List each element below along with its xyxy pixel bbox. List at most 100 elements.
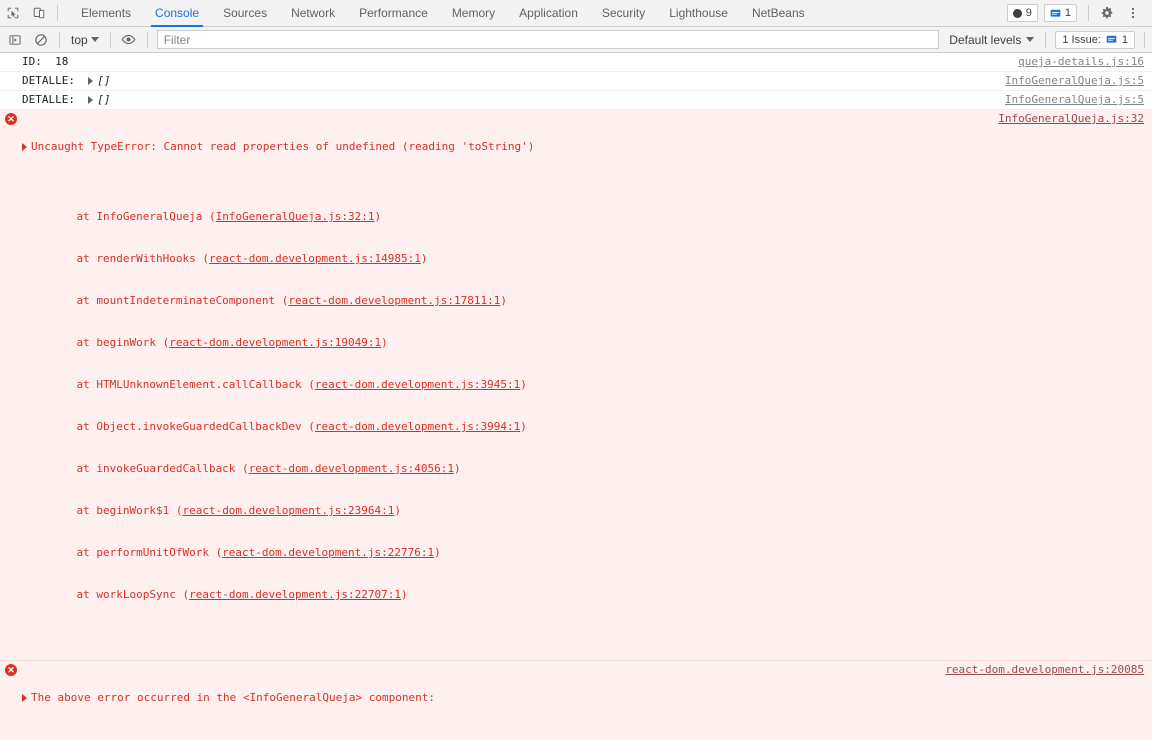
expand-arrow-icon[interactable]	[88, 95, 94, 104]
tab-label: NetBeans	[751, 6, 805, 20]
error-dot-icon	[1012, 8, 1022, 18]
issues-count: 1	[1121, 33, 1128, 46]
frame-function: at beginWork$1 (	[50, 504, 183, 517]
frame-link[interactable]: react-dom.development.js:17811:1	[288, 294, 500, 307]
stack-frame: at mountIndeterminateComponent (react-do…	[50, 294, 988, 308]
log-levels-selector[interactable]: Default levels	[943, 33, 1040, 47]
execution-context-value: top	[71, 32, 88, 47]
toolbar-divider	[146, 31, 148, 48]
frame-link[interactable]: react-dom.development.js:14985:1	[209, 252, 421, 265]
expand-arrow-icon[interactable]	[22, 142, 27, 151]
more-options-icon[interactable]	[1120, 0, 1146, 26]
stack-frame: at HTMLUnknownElement.callCallback (reac…	[50, 378, 988, 392]
inspect-element-icon[interactable]	[0, 0, 26, 26]
tab-application[interactable]: Application	[507, 0, 590, 27]
log-value: []	[97, 93, 111, 106]
tab-memory[interactable]: Memory	[440, 0, 507, 27]
log-levels-label: Default levels	[949, 32, 1022, 47]
devtools-window: Elements Console Sources Network Perform…	[0, 0, 1152, 740]
tabstrip-right-controls: 9 1	[1006, 0, 1152, 26]
tab-lighthouse[interactable]: Lighthouse	[657, 0, 740, 27]
toolbar-divider	[59, 31, 60, 48]
tab-performance[interactable]: Performance	[347, 0, 440, 27]
console-message-log[interactable]: DETALLE: [] InfoGeneralQueja.js:5	[0, 72, 1152, 91]
source-link[interactable]: InfoGeneralQueja.js:32	[988, 112, 1152, 126]
error-title-row: The above error occurred in the <InfoGen…	[22, 691, 935, 705]
error-title-row: Uncaught TypeError: Cannot read properti…	[22, 140, 988, 154]
message-gutter: ✕	[0, 663, 22, 676]
console-filter-input[interactable]	[156, 30, 940, 49]
chevron-down-icon	[90, 37, 99, 42]
frame-tail: )	[434, 546, 441, 559]
stack-frame: at renderWithHooks (react-dom.developmen…	[50, 252, 988, 266]
frame-tail: )	[454, 462, 461, 475]
message-content: DETALLE: []	[22, 74, 995, 88]
log-value: 18	[55, 55, 69, 68]
source-link[interactable]: queja-details.js:16	[1008, 55, 1152, 69]
message-gutter	[0, 74, 22, 75]
tab-label: Memory	[451, 6, 496, 20]
stack-frame: at Object.invokeGuardedCallbackDev (reac…	[50, 420, 988, 434]
frame-link[interactable]: react-dom.development.js:3994:1	[315, 420, 520, 433]
device-toolbar-icon[interactable]	[26, 0, 52, 26]
tab-sources[interactable]: Sources	[211, 0, 279, 27]
tab-network[interactable]: Network	[279, 0, 347, 27]
log-key: ID:	[22, 55, 42, 68]
issues-label: 1 Issue:	[1062, 33, 1101, 46]
message-count-badge[interactable]: 1	[1043, 4, 1077, 22]
message-content: DETALLE: []	[22, 93, 995, 107]
frame-function: at InfoGeneralQueja (	[50, 210, 216, 223]
console-message-log[interactable]: DETALLE: [] InfoGeneralQueja.js:5	[0, 91, 1152, 110]
source-link[interactable]: react-dom.development.js:20085	[935, 663, 1152, 677]
console-toolbar: top Default levels 1 Issue: 1	[0, 27, 1152, 53]
message-bubble-icon	[1050, 9, 1061, 17]
clear-console-icon[interactable]	[28, 27, 54, 53]
toolbar-divider	[1088, 5, 1089, 21]
error-count-badge[interactable]: 9	[1006, 4, 1038, 22]
source-link[interactable]: InfoGeneralQueja.js:5	[995, 93, 1152, 107]
error-icon: ✕	[5, 113, 17, 125]
tab-console[interactable]: Console	[143, 0, 211, 27]
console-message-list[interactable]: ID: 18 queja-details.js:16 DETALLE: [] I…	[0, 53, 1152, 740]
frame-function: at invokeGuardedCallback (	[50, 462, 249, 475]
frame-function: at mountIndeterminateComponent (	[50, 294, 289, 307]
frame-tail: )	[381, 336, 388, 349]
gear-icon[interactable]	[1094, 0, 1120, 26]
frame-function: at renderWithHooks (	[50, 252, 209, 265]
console-message-error[interactable]: ✕ Uncaught TypeError: Cannot read proper…	[0, 110, 1152, 661]
frame-tail: )	[420, 252, 428, 265]
message-count-value: 1	[1064, 7, 1071, 19]
expand-arrow-icon[interactable]	[22, 693, 27, 702]
message-content: The above error occurred in the <InfoGen…	[22, 663, 935, 740]
log-key: DETALLE:	[22, 93, 75, 106]
tab-netbeans[interactable]: NetBeans	[740, 0, 817, 27]
frame-tail: )	[401, 588, 408, 601]
tab-elements[interactable]: Elements	[69, 0, 143, 27]
issues-badge[interactable]: 1 Issue: 1	[1055, 30, 1135, 49]
frame-link[interactable]: InfoGeneralQueja.js:32:1	[216, 210, 375, 223]
source-link[interactable]: InfoGeneralQueja.js:5	[995, 74, 1152, 88]
tab-security[interactable]: Security	[590, 0, 657, 27]
frame-link[interactable]: react-dom.development.js:3945:1	[315, 378, 520, 391]
frame-link[interactable]: react-dom.development.js:22776:1	[222, 546, 434, 559]
frame-function: at HTMLUnknownElement.callCallback (	[50, 378, 315, 391]
console-sidebar-icon[interactable]	[2, 27, 28, 53]
execution-context-selector[interactable]: top	[65, 30, 105, 50]
tab-label: Console	[155, 6, 200, 20]
frame-link[interactable]: react-dom.development.js:19049:1	[169, 336, 381, 349]
frame-function: at Object.invokeGuardedCallbackDev (	[50, 420, 315, 433]
frame-link[interactable]: react-dom.development.js:22707:1	[189, 588, 401, 601]
toolbar-divider	[109, 31, 111, 48]
frame-link[interactable]: react-dom.development.js:23964:1	[182, 504, 394, 517]
live-expression-eye-icon[interactable]	[116, 27, 142, 53]
console-message-log[interactable]: ID: 18 queja-details.js:16	[0, 53, 1152, 72]
toolbar-divider	[57, 5, 58, 21]
console-message-error[interactable]: ✕ The above error occurred in the <InfoG…	[0, 661, 1152, 740]
error-count-value: 9	[1025, 7, 1032, 19]
expand-arrow-icon[interactable]	[88, 76, 94, 85]
tab-label: Lighthouse	[669, 6, 728, 20]
tab-label: Network	[291, 6, 336, 20]
message-gutter	[0, 55, 22, 56]
frame-link[interactable]: react-dom.development.js:4056:1	[249, 462, 454, 475]
